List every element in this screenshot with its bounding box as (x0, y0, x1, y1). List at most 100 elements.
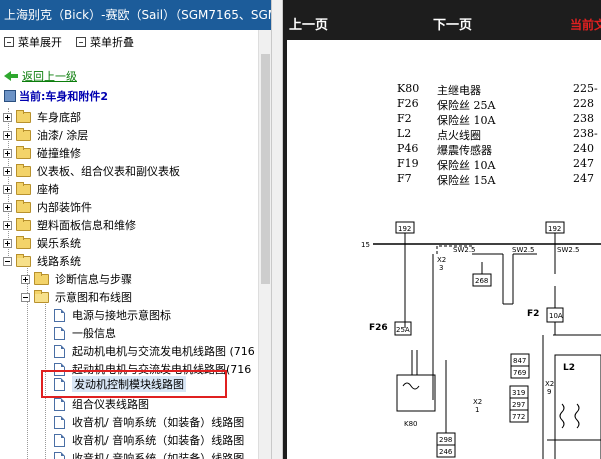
tree-item-label: 起动机电机与交流发电机线路图 (716 (72, 345, 255, 358)
tree-doc-radio-2[interactable]: 收音机/ 音响系统（如装备）线路图 (54, 431, 244, 449)
document-icon (54, 308, 65, 322)
document-icon (54, 451, 65, 459)
scrollbar-thumb[interactable] (261, 54, 270, 284)
legend-code: F26 (397, 97, 419, 110)
tree-item-label: 收音机/ 音响系统（如装备）线路图 (72, 434, 245, 447)
legend-name: 保险丝 25A (437, 99, 496, 112)
component-label: F26 (369, 323, 388, 333)
expand-toggle-icon[interactable] (3, 184, 12, 194)
tree-item-seats[interactable]: 座椅 (3, 180, 59, 198)
tree-item-schematics[interactable]: 示意图和布线图 (21, 288, 132, 306)
expand-toggle-icon[interactable] (3, 112, 12, 122)
folder-icon (16, 235, 31, 249)
document-icon (54, 344, 65, 358)
expand-toggle-icon[interactable] (3, 202, 12, 212)
tree-item-diagnostics[interactable]: 诊断信息与步骤 (21, 270, 132, 288)
expand-menu-button[interactable]: 菜单展开 (4, 34, 62, 50)
tree-item-label: 碰撞维修 (37, 147, 81, 160)
tree-item-interior-trim[interactable]: 内部装饰件 (3, 198, 92, 216)
tree-item-label: 示意图和布线图 (55, 291, 132, 304)
box-label: 297 (512, 401, 525, 409)
next-page-button[interactable]: 下一页 (433, 14, 472, 33)
tree-item-entertainment[interactable]: 娱乐系统 (3, 234, 81, 252)
window-title: 上海别克（Bick）-赛欧（Sail）（SGM7165、SGM7 (0, 0, 271, 30)
component-label: K80 (404, 420, 418, 428)
wire-label: SW2.5 (453, 246, 476, 254)
viewer-nav-bar: 上一页 下一页 当前文 (283, 0, 601, 36)
folder-icon (16, 145, 31, 159)
connector-pin: 1 (475, 406, 479, 414)
tree-item-instrument-panel[interactable]: 仪表板、组合仪表和副仪表板 (3, 162, 180, 180)
tree-item-collision[interactable]: 碰撞维修 (3, 144, 81, 162)
folder-icon (16, 199, 31, 213)
box-label: 769 (513, 369, 526, 377)
back-link-label: 返回上一级 (22, 70, 77, 83)
expand-toggle-icon[interactable] (3, 220, 12, 230)
wiring-schematic: 15 192 192 268 25A 10A 298 246 847 769 3… (361, 221, 601, 459)
wiring-diagram-page: K80 主继电器 225- F26 保险丝 25A 228 F2 保险丝 10A… (287, 40, 601, 459)
navigation-pane: 上海别克（Bick）-赛欧（Sail）（SGM7165、SGM7 菜单展开 菜单… (0, 0, 271, 459)
expand-toggle-icon[interactable] (3, 238, 12, 248)
legend-name: 爆震传感器 (437, 144, 492, 157)
pane-splitter[interactable] (271, 0, 283, 459)
tree-item-body-underbody[interactable]: 车身底部 (3, 108, 81, 126)
component-label: L2 (563, 363, 575, 373)
legend-page: 225- (573, 82, 598, 95)
document-viewer: 上一页 下一页 当前文 K80 主继电器 225- F26 保险丝 25A 22… (283, 0, 601, 459)
tree-item-paint[interactable]: 油漆/ 涂层 (3, 126, 88, 144)
fuse-rating: 25A (396, 326, 410, 334)
tree-item-label: 收音机/ 音响系统（如装备）线路图 (72, 416, 245, 429)
bus-label: 15 (361, 241, 370, 249)
tree-doc-general-info[interactable]: 一般信息 (54, 324, 116, 342)
box-label: 268 (475, 277, 488, 285)
tree-scrollbar[interactable] (258, 30, 271, 459)
legend-page: 247 (573, 157, 594, 170)
expand-toggle-icon[interactable] (3, 130, 12, 140)
legend-page: 228 (573, 97, 594, 110)
legend-code: F7 (397, 172, 412, 185)
back-link[interactable]: 返回上一级 (4, 68, 77, 84)
collapse-toggle-icon[interactable] (3, 256, 12, 266)
document-icon (54, 326, 65, 340)
expand-toggle-icon[interactable] (3, 166, 12, 176)
legend-page: 238- (573, 127, 598, 140)
tree-item-wiring-systems[interactable]: 线路系统 (3, 252, 81, 270)
tree-item-label: 油漆/ 涂层 (37, 129, 89, 142)
expand-menu-label: 菜单展开 (18, 36, 62, 49)
folder-icon (16, 181, 31, 195)
legend-name: 主继电器 (437, 84, 481, 97)
selection-highlight-box (41, 370, 227, 398)
tree-item-label: 娱乐系统 (37, 237, 81, 250)
folder-open-icon (16, 253, 31, 267)
expand-toggle-icon[interactable] (21, 274, 30, 284)
tree-item-label: 组合仪表线路图 (72, 398, 149, 411)
legend-row: K80 (397, 82, 419, 95)
tree-doc-power-ground[interactable]: 电源与接地示意图标 (54, 306, 171, 324)
tree-item-label: 内部装饰件 (37, 201, 92, 214)
connector-pin: 3 (439, 264, 443, 272)
document-icon (54, 397, 65, 411)
wire-label: SW2.5 (512, 246, 535, 254)
tree-item-label: 诊断信息与步骤 (55, 273, 132, 286)
legend-code: F19 (397, 157, 419, 170)
tree-item-label: 车身底部 (37, 111, 81, 124)
collapse-menu-button[interactable]: 菜单折叠 (76, 34, 134, 50)
connector-label: X2 (545, 380, 554, 388)
box-label: 192 (548, 225, 561, 233)
tree-item-label: 一般信息 (72, 327, 116, 340)
expand-toggle-icon[interactable] (3, 148, 12, 158)
fuse-rating: 10A (549, 312, 563, 320)
tree-item-plastic-panels[interactable]: 塑料面板信息和维修 (3, 216, 136, 234)
tree-doc-radio-1[interactable]: 收音机/ 音响系统（如装备）线路图 (54, 413, 244, 431)
previous-page-button[interactable]: 上一页 (289, 14, 328, 33)
back-arrow-icon (4, 71, 18, 81)
collapse-toggle-icon[interactable] (21, 292, 30, 302)
box-label: 298 (439, 436, 452, 444)
box-label: 319 (512, 389, 525, 397)
current-page-indicator: 当前文 (570, 18, 601, 32)
computer-icon (4, 90, 16, 102)
tree-doc-starter-generator-1[interactable]: 起动机电机与交流发电机线路图 (716 (54, 342, 255, 360)
folder-open-icon (34, 289, 49, 303)
tree-doc-radio-3[interactable]: 收音机/ 音响系统（如装备）线路图 (54, 449, 244, 459)
menu-collapse-icon (76, 37, 86, 47)
